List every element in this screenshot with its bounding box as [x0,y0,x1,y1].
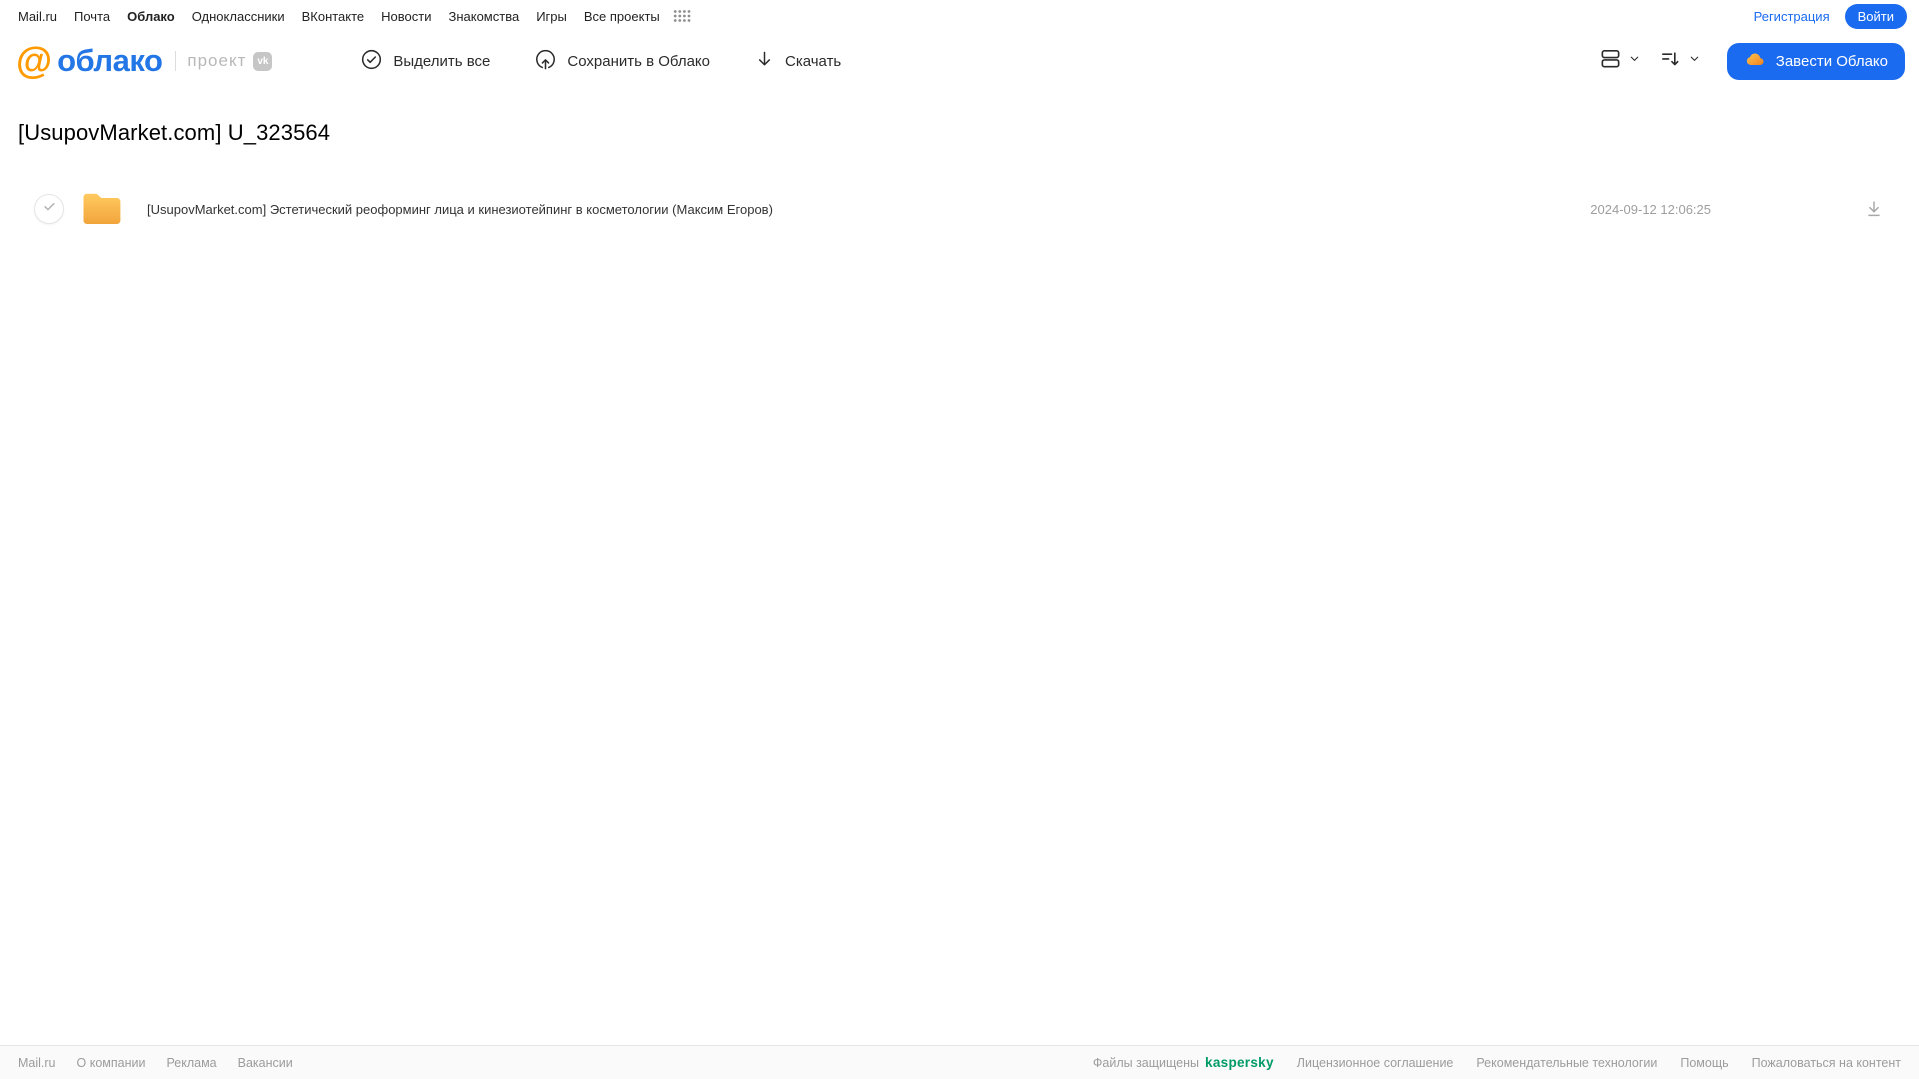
file-toolbar: Выделить все Сохранить в Облако Скачать [360,48,841,75]
download-button[interactable]: Скачать [754,49,841,74]
logo-text: облако [57,43,163,78]
chevron-down-icon [1688,52,1701,70]
checkmark-icon [42,199,57,219]
create-cloud-button[interactable]: Завести Облако [1726,42,1905,80]
select-all-button[interactable]: Выделить все [360,48,490,75]
list-view-icon [1599,47,1622,75]
file-row[interactable]: [UsupovMarket.com] Эстетический реоформи… [18,186,1901,232]
nav-link-oblako[interactable]: Облако [127,9,175,24]
nav-link-mailru[interactable]: Mail.ru [18,9,57,24]
page-title: [UsupovMarket.com] U_323564 [18,120,331,145]
download-label: Скачать [785,52,842,70]
project-label: проект [187,51,247,70]
kaspersky-logo[interactable]: kaspersky [1205,1055,1274,1070]
footer-link-jobs[interactable]: Вакансии [238,1056,293,1070]
footer-left-links: Mail.ru О компании Реклама Вакансии [18,1056,293,1070]
save-to-cloud-button[interactable]: Сохранить в Облако [534,48,710,75]
chevron-down-icon [1628,52,1641,70]
check-circle-icon [360,48,383,75]
header-right-controls: Завести Облако [1599,42,1905,80]
cloud-logo[interactable]: @ облако проект vk [16,40,273,81]
vk-icon: vk [253,51,273,71]
logo-divider [175,51,177,71]
cloud-header: @ облако проект vk Выделить все Сохранит… [0,30,1919,92]
page-footer: Mail.ru О компании Реклама Вакансии Файл… [0,1045,1919,1079]
sort-icon [1659,47,1682,75]
kaspersky-protection: Файлы защищены kaspersky [1093,1055,1274,1070]
nav-link-igry[interactable]: Игры [536,9,567,24]
footer-right-links: Файлы защищены kaspersky Лицензионное со… [1093,1055,1901,1070]
file-name-link[interactable]: [UsupovMarket.com] Эстетический реоформи… [147,202,1590,217]
download-icon [754,49,775,74]
login-button[interactable]: Войти [1844,3,1907,29]
portal-navigation: Mail.ru Почта Облако Одноклассники ВКонт… [0,0,1919,30]
kaspersky-protected-label: Файлы защищены [1092,1055,1200,1070]
row-download-icon[interactable] [1863,198,1885,220]
select-all-label: Выделить все [393,52,491,70]
row-checkbox[interactable] [34,194,64,224]
apps-grid-icon[interactable] [673,9,691,23]
footer-link-recommendation-tech[interactable]: Рекомендательные технологии [1476,1056,1657,1070]
cloud-icon [1744,48,1766,74]
footer-link-ads[interactable]: Реклама [166,1056,216,1070]
footer-link-company[interactable]: О компании [77,1056,146,1070]
sort-dropdown[interactable] [1659,47,1701,75]
nav-link-vkontakte[interactable]: ВКонтакте [302,9,365,24]
footer-link-mailru[interactable]: Mail.ru [18,1056,56,1070]
save-to-cloud-label: Сохранить в Облако [567,52,710,70]
file-date: 2024-09-12 12:06:25 [1590,201,1711,217]
nav-link-znakomstva[interactable]: Знакомства [448,9,519,24]
cloud-upload-icon [534,48,557,75]
registration-link[interactable]: Регистрация [1754,9,1830,24]
footer-link-license[interactable]: Лицензионное соглашение [1297,1056,1454,1070]
nav-link-odnoklassniki[interactable]: Одноклассники [192,9,285,24]
footer-link-help[interactable]: Помощь [1680,1056,1728,1070]
view-mode-dropdown[interactable] [1599,47,1641,75]
nav-link-pochta[interactable]: Почта [74,9,110,24]
footer-link-report-content[interactable]: Пожаловаться на контент [1752,1056,1901,1070]
folder-icon [81,191,123,227]
mailru-at-icon: @ [16,40,53,81]
create-cloud-label: Завести Облако [1775,52,1888,70]
nav-link-novosti[interactable]: Новости [381,9,431,24]
main-content: [UsupovMarket.com] U_323564 [UsupovMarke [0,120,1919,232]
nav-link-vse-proekty[interactable]: Все проекты [584,9,660,24]
